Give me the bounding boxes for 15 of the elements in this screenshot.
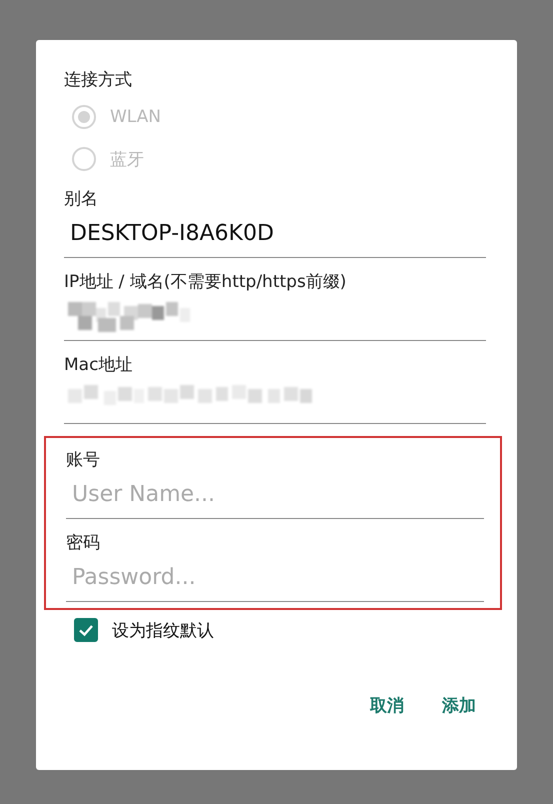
checkbox[interactable] bbox=[74, 618, 98, 642]
dialog-button[interactable]: 添加 bbox=[432, 686, 486, 725]
input-field[interactable]: DESKTOP-I8A6K0D bbox=[64, 210, 486, 258]
checkbox-label: 设为指纹默认 bbox=[112, 620, 214, 642]
field-label: Mac地址 bbox=[64, 354, 132, 376]
field-label: 别名 bbox=[64, 188, 98, 210]
radio-label: 蓝牙 bbox=[110, 148, 144, 170]
field-label: 密码 bbox=[66, 532, 100, 554]
dialog-button[interactable]: 取消 bbox=[360, 686, 414, 725]
radio-label: WLAN bbox=[110, 107, 162, 127]
input-field[interactable]: User Name... bbox=[66, 471, 484, 519]
section-label: 连接方式 bbox=[64, 69, 132, 91]
field-label: IP地址 / 域名(不需要http/https前缀) bbox=[64, 271, 346, 293]
input-field[interactable]: Password... bbox=[66, 554, 484, 602]
field-label: 账号 bbox=[66, 449, 100, 471]
